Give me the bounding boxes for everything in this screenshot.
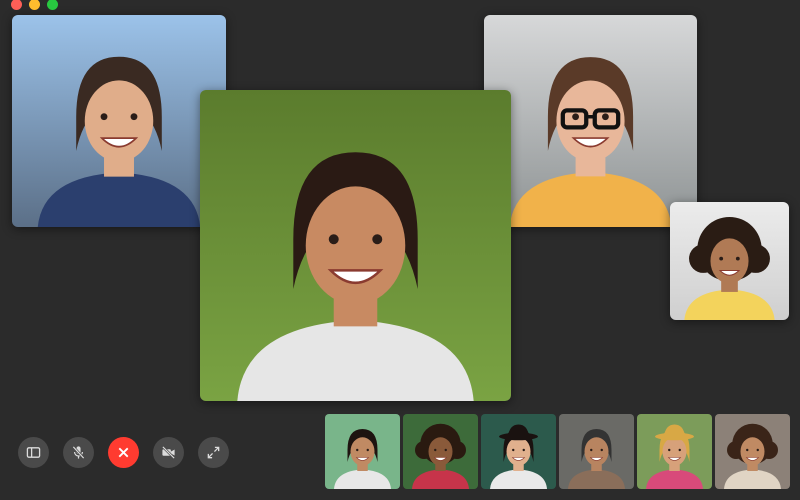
participant-thumbnail[interactable] [325, 414, 400, 489]
facetime-window [0, 0, 800, 500]
minimize-window-button[interactable] [29, 0, 40, 10]
maximize-window-button[interactable] [47, 0, 58, 10]
participant-tile[interactable] [670, 202, 789, 320]
camera-slash-icon [162, 446, 175, 459]
participant-tile[interactable] [484, 15, 697, 227]
close-window-button[interactable] [11, 0, 22, 10]
end-call-icon [118, 447, 129, 458]
end-call-button[interactable] [108, 437, 139, 468]
participant-thumbnail[interactable] [637, 414, 712, 489]
participant-tile-featured[interactable] [200, 90, 511, 401]
sidebar-button[interactable] [18, 437, 49, 468]
fullscreen-button[interactable] [198, 437, 229, 468]
mute-button[interactable] [63, 437, 94, 468]
fullscreen-icon [207, 446, 220, 459]
camera-button[interactable] [153, 437, 184, 468]
participant-thumbnail[interactable] [403, 414, 478, 489]
participant-thumbnail[interactable] [481, 414, 556, 489]
participant-tile[interactable] [12, 15, 226, 227]
window-controls [11, 0, 58, 10]
sidebar-icon [26, 447, 41, 458]
call-controls [18, 437, 229, 468]
microphone-slash-icon [72, 446, 85, 459]
participant-thumbnail[interactable] [559, 414, 634, 489]
participant-thumbnail[interactable] [715, 414, 790, 489]
participant-thumbnail-strip [325, 414, 790, 489]
